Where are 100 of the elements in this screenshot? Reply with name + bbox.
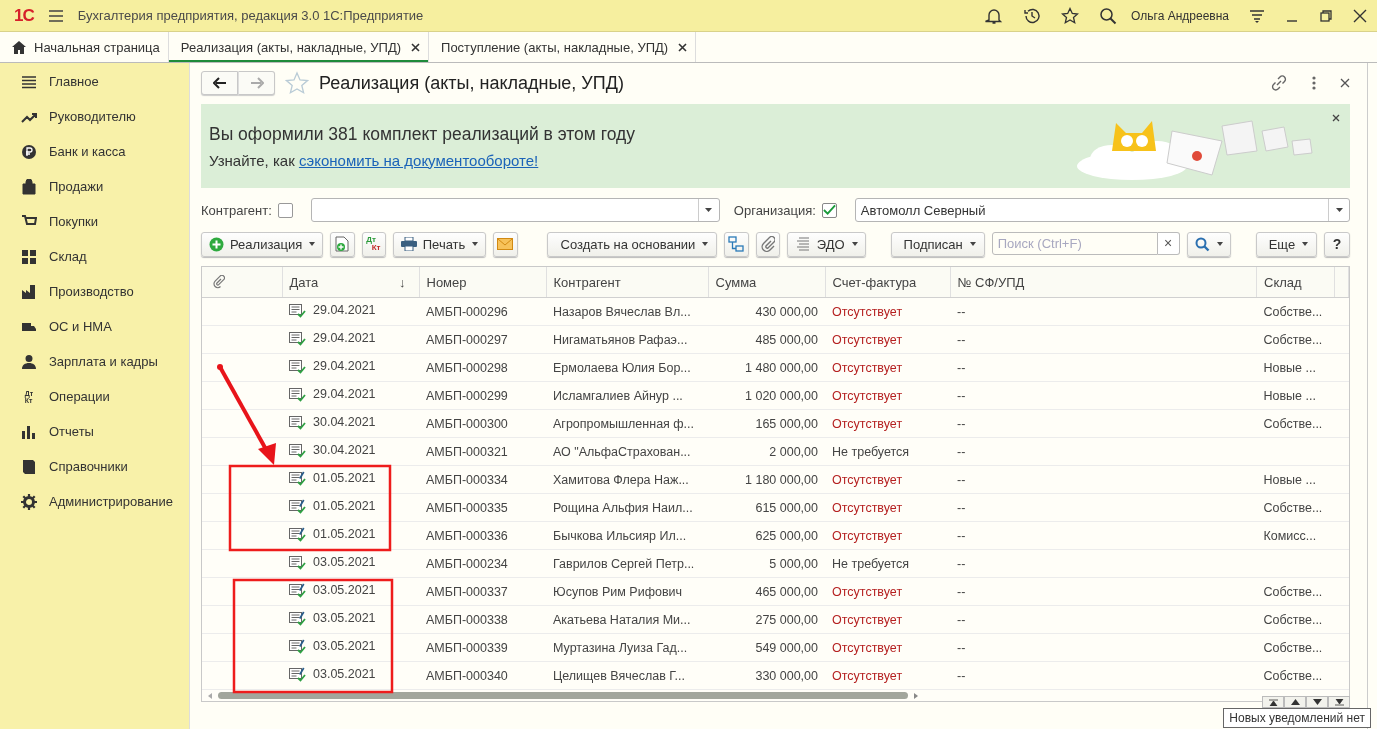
table-cell: Собстве...: [1256, 661, 1335, 690]
counterparty-field[interactable]: [310, 198, 720, 222]
search-icon[interactable]: [1099, 6, 1118, 25]
column-header[interactable]: № СФ/УПД: [950, 267, 1257, 298]
table-cell: 29.04.2021: [282, 297, 419, 326]
table-cell: Собстве...: [1256, 493, 1335, 522]
link-icon[interactable]: [1270, 74, 1288, 92]
more-button[interactable]: Еще: [1255, 231, 1318, 257]
sidebar-item[interactable]: Главное: [0, 64, 189, 99]
structure-button[interactable]: [724, 231, 749, 257]
organization-field[interactable]: Автомолл Северный: [854, 198, 1350, 222]
first-page-button[interactable]: [1262, 696, 1284, 708]
close-icon[interactable]: [1353, 8, 1367, 23]
column-header[interactable]: Номер: [419, 267, 546, 298]
back-button[interactable]: [201, 71, 238, 95]
sidebar-item[interactable]: Продажи: [0, 169, 189, 204]
table-cell: --: [950, 325, 1257, 354]
sidebar-item[interactable]: ОС и НМА: [0, 309, 189, 344]
table-cell: АМБП-000300: [419, 409, 546, 438]
table-cell: Собстве...: [1256, 297, 1335, 326]
app-title: Бухгалтерия предприятия, редакция 3.0 1С:Предприятие: [77, 8, 424, 23]
scrollbar-thumb[interactable]: [218, 692, 908, 699]
table-cell: 5 000,00: [708, 549, 825, 578]
table-cell: АМБП-000296: [419, 297, 546, 326]
table-cell: Бычкова Ильсияр Ил...: [546, 521, 708, 550]
settings-menu-icon[interactable]: [1249, 7, 1265, 24]
organization-checkbox[interactable]: [821, 202, 837, 218]
bar-chart-icon: [21, 423, 37, 440]
clear-search-button[interactable]: ×: [1157, 231, 1180, 255]
signed-filter-button[interactable]: Подписан: [890, 231, 985, 257]
last-page-button[interactable]: [1328, 696, 1350, 708]
create-button[interactable]: Реализация: [201, 231, 324, 257]
grid-icon: [21, 248, 37, 265]
page-up-button[interactable]: [1284, 696, 1306, 708]
history-icon[interactable]: [1023, 6, 1042, 25]
sidebar-item[interactable]: Отчеты: [0, 414, 189, 449]
column-header[interactable]: Контрагент: [546, 267, 708, 298]
close-icon[interactable]: [1332, 114, 1340, 122]
entries-button[interactable]: Дт Кт: [361, 231, 386, 257]
create-based-on-button[interactable]: Создать на основании: [546, 231, 718, 257]
table-cell: Отсутствует: [825, 409, 950, 438]
page-down-button[interactable]: [1306, 696, 1328, 708]
sidebar-item[interactable]: Банк и касса: [0, 134, 189, 169]
column-header[interactable]: Сумма: [708, 267, 825, 298]
caret-icon[interactable]: [1335, 208, 1343, 212]
table-cell: Новые ...: [1256, 381, 1335, 410]
sidebar-item[interactable]: Зарплата и кадры: [0, 344, 189, 379]
star-icon[interactable]: [1061, 6, 1080, 25]
page-tab[interactable]: Реализация (акты, накладные, УПД): [168, 32, 430, 62]
menu-icon[interactable]: [47, 8, 64, 23]
close-icon[interactable]: [678, 42, 688, 52]
sidebar-item[interactable]: Руководителю: [0, 99, 189, 134]
help-button[interactable]: ?: [1324, 231, 1351, 257]
sidebar-item[interactable]: Администрирование: [0, 484, 189, 519]
attach-button[interactable]: [755, 231, 780, 257]
column-header[interactable]: Дата ↓: [282, 267, 419, 298]
table-cell: --: [950, 605, 1257, 634]
scroll-right-icon[interactable]: [914, 692, 918, 699]
sidebar-item[interactable]: Производство: [0, 274, 189, 309]
banner-link[interactable]: сэкономить на документообороте!: [298, 151, 539, 169]
copy-document-button[interactable]: [330, 231, 355, 257]
table-cell: АМБП-000340: [419, 661, 546, 690]
sidebar-item[interactable]: Склад: [0, 239, 189, 274]
close-icon[interactable]: [411, 42, 421, 52]
envelope-icon: [497, 238, 514, 250]
search-field[interactable]: Поиск (Ctrl+F): [991, 231, 1158, 255]
person-icon: [21, 353, 37, 370]
search-button[interactable]: [1186, 231, 1231, 257]
caret-icon[interactable]: [705, 208, 713, 212]
table-cell: 29.04.2021: [282, 353, 419, 382]
table-cell: 03.05.2021: [282, 633, 419, 662]
page-tab[interactable]: Поступление (акты, накладные, УПД): [429, 32, 697, 62]
print-button[interactable]: Печать: [392, 231, 487, 257]
close-icon[interactable]: [1340, 78, 1350, 88]
bell-icon[interactable]: [985, 6, 1004, 25]
structure-icon: [728, 236, 745, 252]
table-cell: Собстве...: [1256, 633, 1335, 662]
sidebar-item[interactable]: Справочники: [0, 449, 189, 484]
table-cell: 465 000,00: [708, 577, 825, 606]
table-cell: Отсутствует: [825, 465, 950, 494]
column-header[interactable]: Счет-фактура: [825, 267, 950, 298]
table-cell: 2 000,00: [708, 437, 825, 466]
table-cell: Собстве...: [1256, 325, 1335, 354]
favorite-star-icon[interactable]: [285, 71, 309, 95]
sidebar-item[interactable]: Покупки: [0, 204, 189, 239]
user-name[interactable]: Ольга Андреевна: [1131, 8, 1229, 23]
edo-button[interactable]: ЭДО: [786, 231, 866, 257]
table-cell: АМБП-000337: [419, 577, 546, 606]
more-options-icon[interactable]: [1312, 76, 1316, 90]
table-cell: Гаврилов Сергей Петр...: [546, 549, 708, 578]
table-cell: АО "АльфаСтрахован...: [546, 437, 708, 466]
email-button[interactable]: [493, 231, 518, 257]
page-tab[interactable]: Начальная страница: [0, 32, 169, 62]
restore-icon[interactable]: [1319, 8, 1333, 23]
table-cell: 29.04.2021: [282, 325, 419, 354]
column-header[interactable]: Склад: [1256, 267, 1335, 298]
search-icon: [1194, 236, 1210, 252]
table-cell: Собстве...: [1256, 577, 1335, 606]
counterparty-checkbox[interactable]: [277, 202, 293, 218]
table-cell: 275 000,00: [708, 605, 825, 634]
